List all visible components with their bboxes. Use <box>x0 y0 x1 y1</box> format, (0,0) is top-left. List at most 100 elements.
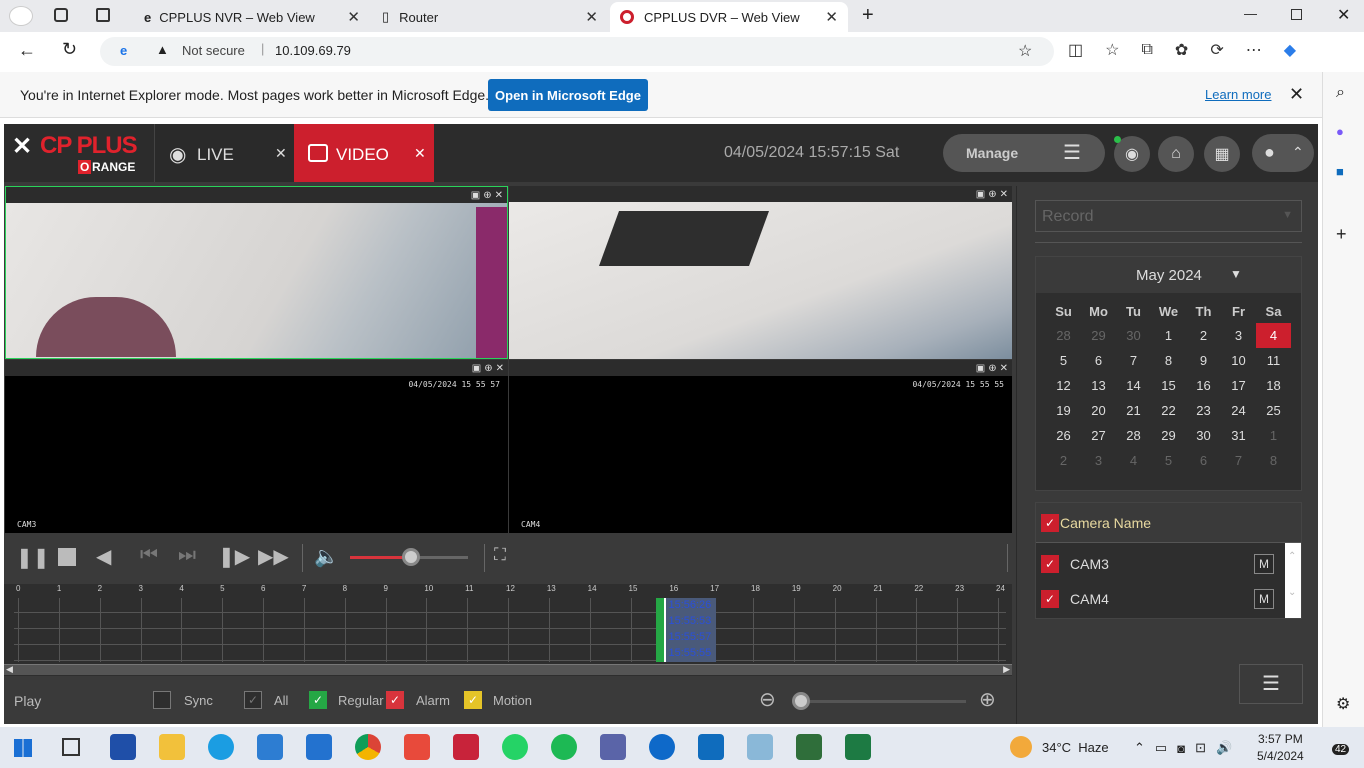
regular-checkbox[interactable]: ✓ <box>309 691 327 709</box>
scroll-right-icon[interactable]: ▶ <box>1003 664 1010 675</box>
split-screen-icon[interactable]: ◫ <box>1068 40 1083 60</box>
taskbar-date[interactable]: 5/4/2024 <box>1257 749 1304 763</box>
calendar-day[interactable]: 30 <box>1116 323 1151 348</box>
workspaces-icon[interactable] <box>54 8 68 22</box>
spotify-icon[interactable] <box>551 734 577 760</box>
app-icon[interactable] <box>600 734 626 760</box>
volume-slider[interactable] <box>350 548 468 566</box>
scroll-up-icon[interactable]: ⌃ <box>1288 551 1296 562</box>
stop-icon[interactable] <box>58 548 76 566</box>
vertical-tabs-icon[interactable] <box>96 8 110 22</box>
close-icon[interactable]: ✕ <box>825 8 838 26</box>
calendar-day[interactable]: 24 <box>1221 398 1256 423</box>
network-icon[interactable]: ⊡ <box>1195 740 1206 756</box>
calendar-day[interactable]: 13 <box>1081 373 1116 398</box>
zoom-icon[interactable]: ⊕ <box>988 363 996 374</box>
zoom-slider[interactable] <box>792 692 966 710</box>
zoom-icon[interactable]: ⊕ <box>484 363 492 374</box>
calendar-day[interactable]: 12 <box>1046 373 1081 398</box>
motion-checkbox[interactable]: ✓ <box>464 691 482 709</box>
restore-icon[interactable] <box>1291 9 1302 20</box>
edge-icon[interactable] <box>208 734 234 760</box>
favorites-icon[interactable]: ☆ <box>1105 40 1119 60</box>
copilot-icon[interactable]: ◆ <box>1284 40 1296 60</box>
outlook-taskbar-icon[interactable] <box>698 734 724 760</box>
notifications-icon[interactable]: 42 <box>1324 736 1352 760</box>
calendar-day[interactable]: 28 <box>1116 423 1151 448</box>
calendar-day[interactable]: 28 <box>1046 323 1081 348</box>
volume-icon[interactable]: 🔊 <box>1216 740 1232 756</box>
calendar-day[interactable]: 26 <box>1046 423 1081 448</box>
calendar-day[interactable]: 2 <box>1186 323 1221 348</box>
outlook-icon[interactable]: ■ <box>1336 164 1344 179</box>
snapshot-icon[interactable]: ▣ <box>976 363 985 374</box>
calendar-day[interactable]: 25 <box>1256 398 1291 423</box>
step-forward-icon[interactable]: ❚▶ <box>218 544 250 569</box>
volume-knob[interactable] <box>402 548 421 566</box>
calendar-day[interactable]: 7 <box>1116 348 1151 373</box>
close-live-icon[interactable]: ✕ <box>275 145 287 162</box>
add-icon[interactable]: + <box>1336 224 1347 245</box>
calendar-day[interactable]: 29 <box>1081 323 1116 348</box>
volume-icon[interactable]: 🔈 <box>314 544 339 569</box>
calendar-day[interactable]: 6 <box>1186 448 1221 473</box>
calendar-day[interactable]: 30 <box>1186 423 1221 448</box>
store-icon[interactable] <box>257 734 283 760</box>
scroll-left-icon[interactable]: ◀ <box>6 664 13 675</box>
snapshot-icon[interactable]: ▣ <box>472 363 481 374</box>
tab-live[interactable]: ◉ LIVE ✕ <box>154 124 294 182</box>
omnibox[interactable]: e ▲ Not secure | 10.109.69.79 ☆ <box>100 37 1054 66</box>
calendar-day[interactable]: 6 <box>1081 348 1116 373</box>
calendar-day[interactable]: 22 <box>1151 398 1186 423</box>
search-icon[interactable]: ⌕ <box>1336 84 1345 102</box>
prev-frame-icon[interactable]: ⏮ <box>140 544 158 567</box>
camera-item[interactable]: ✓ CAM3 M <box>1036 547 1286 579</box>
calendar-day[interactable]: 16 <box>1186 373 1221 398</box>
close-tile-icon[interactable]: ✕ <box>1000 189 1008 200</box>
camera-checkbox[interactable]: ✓ <box>1041 590 1059 608</box>
calendar-day[interactable]: 3 <box>1081 448 1116 473</box>
learn-more-link[interactable]: Learn more <box>1205 87 1271 102</box>
security-label[interactable]: Not secure <box>182 43 245 58</box>
app-icon[interactable] <box>747 734 773 760</box>
settings-icon[interactable]: ⚙ <box>1336 694 1350 714</box>
refresh-icon[interactable]: ↻ <box>62 39 77 60</box>
snapshot-icon[interactable]: ▣ <box>471 190 480 201</box>
camera-main-stream-button[interactable]: M <box>1254 589 1274 609</box>
close-window-icon[interactable]: ✕ <box>1337 5 1350 25</box>
calendar-day[interactable]: 5 <box>1046 348 1081 373</box>
calendar-day[interactable]: 4 <box>1116 448 1151 473</box>
start-icon[interactable] <box>14 739 32 757</box>
home-icon[interactable]: ⌂ <box>1158 136 1194 172</box>
url-text[interactable]: 10.109.69.79 <box>275 43 351 58</box>
task-view-icon[interactable] <box>62 738 80 756</box>
next-frame-icon[interactable]: ⏭ <box>178 544 196 567</box>
snapshot-icon[interactable]: ▣ <box>976 189 985 200</box>
profile-icon[interactable] <box>9 6 33 26</box>
zoom-in-icon[interactable]: ⊕ <box>979 687 996 712</box>
open-in-edge-button[interactable]: Open in Microsoft Edge <box>488 79 648 111</box>
calendar-day[interactable]: 18 <box>1256 373 1291 398</box>
record-select[interactable]: Record ▼ <box>1035 200 1302 232</box>
fullscreen-icon[interactable]: ⛶ <box>494 545 506 565</box>
ie-reload-icon[interactable]: ⟳ <box>1210 40 1223 60</box>
video-tile-4[interactable]: ▣ ⊕ ✕ 04/05/2024 15 55 55 CAM4 <box>509 360 1012 533</box>
tab-video[interactable]: VIDEO ✕ <box>294 124 434 182</box>
tab-nvr[interactable]: e CPPLUS NVR – Web View ✕ <box>134 2 370 32</box>
mail-icon[interactable] <box>306 734 332 760</box>
all-checkbox[interactable]: ✓ <box>244 691 262 709</box>
calendar-day[interactable]: 23 <box>1186 398 1221 423</box>
teamviewer-icon[interactable] <box>649 734 675 760</box>
calendar-day[interactable]: 27 <box>1081 423 1116 448</box>
taskbar-time[interactable]: 3:57 PM <box>1258 732 1303 746</box>
favorite-star-icon[interactable]: ☆ <box>1018 41 1032 61</box>
chevron-up-icon[interactable]: ⌃ <box>1134 740 1145 756</box>
extensions-icon[interactable]: ✿ <box>1175 40 1188 60</box>
close-banner-icon[interactable]: ✕ <box>1289 84 1304 105</box>
new-tab-icon[interactable]: + <box>862 4 874 27</box>
calendar-day[interactable]: 1 <box>1151 323 1186 348</box>
chrome-icon[interactable] <box>355 734 381 760</box>
select-all-cameras-checkbox[interactable]: ✓ <box>1041 514 1059 532</box>
calendar-day[interactable]: 2 <box>1046 448 1081 473</box>
timeline[interactable]: 0 1 2 3 4 5 6 7 8 9 10 11 12 13 14 15 16 17 18 19 20 21 22 23 24… <box>4 584 1012 676</box>
